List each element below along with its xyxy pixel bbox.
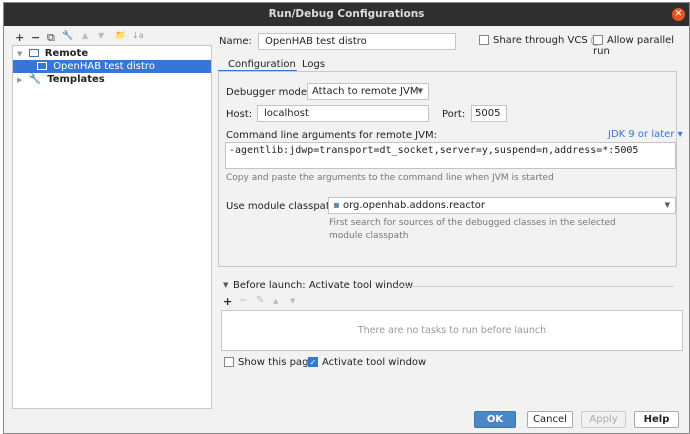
tree-node-openhab[interactable]: OpenHAB test distro — [13, 60, 211, 73]
close-button[interactable]: ✕ — [672, 8, 685, 21]
cmd-args-field[interactable]: -agentlib:jdwp=transport=dt_socket,serve… — [225, 142, 676, 169]
move-up-icon[interactable]: ▲ — [273, 297, 278, 305]
activate-tool-window-checkbox[interactable]: ✓ Activate tool window — [308, 357, 426, 368]
cmd-hint: Copy and paste the arguments to the comm… — [226, 173, 554, 183]
module-select[interactable]: ▪ org.openhab.addons.reactor ▼ — [328, 197, 676, 214]
config-tree: ▼ Remote OpenHAB test distro ▶ 🔧 Templat… — [12, 45, 212, 409]
separator — [396, 286, 674, 287]
run-debug-dialog: Run/Debug Configurations ✕ + − ⧉ 🔧 ▲ ▼ 📁… — [3, 2, 690, 434]
debugger-mode-select[interactable]: Attach to remote JVM ▼ — [307, 83, 429, 100]
before-launch-title: Before launch: Activate tool window — [233, 280, 414, 291]
add-task-icon[interactable]: + — [223, 295, 232, 308]
share-vcs-checkbox[interactable]: Share through VCS ? — [479, 35, 602, 46]
tree-node-templates[interactable]: ▶ 🔧 Templates — [13, 73, 211, 86]
cmd-label: Command line arguments for remote JVM: — [226, 130, 437, 141]
remove-icon[interactable]: − — [31, 31, 40, 44]
sort-icon[interactable]: ↓a — [132, 31, 144, 40]
cancel-button[interactable]: Cancel — [527, 411, 573, 428]
tab-logs[interactable]: Logs — [302, 59, 325, 70]
tab-configuration[interactable]: Configuration — [228, 59, 296, 70]
move-up-icon[interactable]: ▲ — [82, 31, 88, 40]
host-label: Host: — [226, 109, 253, 120]
copy-icon[interactable]: ⧉ — [47, 31, 55, 45]
debugger-mode-label: Debugger mode: — [226, 87, 311, 98]
remove-task-icon[interactable]: − — [239, 295, 247, 306]
collapse-icon[interactable]: ▼ — [223, 281, 228, 289]
wrench-icon[interactable]: 🔧 — [62, 31, 73, 41]
move-down-icon[interactable]: ▼ — [290, 297, 295, 305]
module-icon: ▪ — [333, 200, 340, 211]
name-label: Name: — [219, 36, 252, 47]
help-button[interactable]: Help — [634, 411, 679, 428]
title-bar: Run/Debug Configurations — [4, 3, 689, 26]
module-hint-2: module classpath — [329, 231, 409, 241]
module-hint-1: First search for sources of the debugged… — [329, 218, 616, 228]
port-label: Port: — [442, 109, 466, 120]
remote-icon — [37, 62, 47, 70]
add-icon[interactable]: + — [15, 31, 24, 44]
folder-icon[interactable]: 📁 — [115, 31, 126, 41]
remote-icon — [28, 49, 39, 57]
allow-parallel-checkbox[interactable]: Allow parallel run — [593, 35, 689, 57]
wrench-icon: 🔧 — [28, 74, 42, 85]
tree-node-remote[interactable]: ▼ Remote — [13, 47, 211, 60]
move-down-icon[interactable]: ▼ — [98, 31, 104, 40]
jdk-version-link[interactable]: JDK 9 or later ▾ — [608, 129, 683, 140]
configuration-panel — [218, 71, 677, 267]
show-page-checkbox[interactable]: Show this page — [224, 357, 315, 368]
tasks-list: There are no tasks to run before launch — [221, 310, 683, 351]
chevron-down-icon: ▼ — [417, 87, 423, 95]
module-label: Use module classpath: — [226, 201, 340, 212]
port-input[interactable] — [471, 105, 507, 122]
host-input[interactable] — [257, 105, 429, 122]
apply-button[interactable]: Apply — [581, 411, 626, 428]
edit-task-icon[interactable]: ✎ — [256, 295, 264, 306]
ok-button[interactable]: OK — [474, 411, 516, 428]
name-input[interactable] — [258, 33, 456, 50]
chevron-down-icon: ▼ — [664, 201, 670, 209]
